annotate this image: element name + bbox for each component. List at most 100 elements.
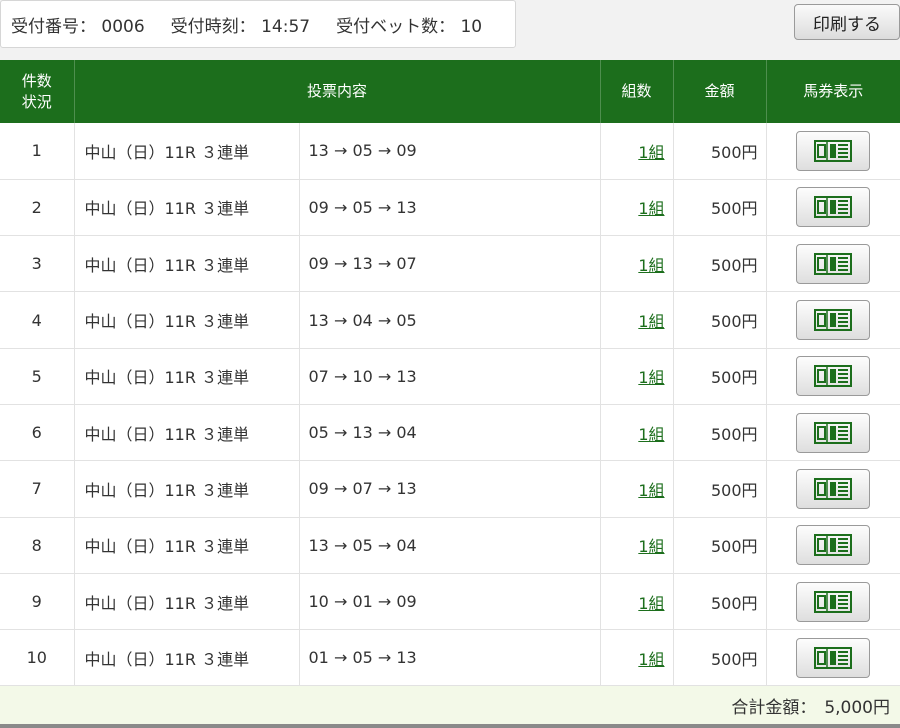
show-ticket-button[interactable] xyxy=(796,300,871,341)
table-row: 3 中山（日）11R ３連単 09 → 13 → 07 1組 500円 xyxy=(0,235,900,293)
row-ticket-cell xyxy=(766,235,900,293)
row-number: 4 xyxy=(0,291,75,349)
row-ticket-cell xyxy=(766,460,900,518)
row-amount: 500円 xyxy=(673,348,767,405)
row-race: 中山（日）11R ３連単 xyxy=(74,573,300,631)
row-amount: 500円 xyxy=(673,123,767,180)
receipt-time-label: 受付時刻： xyxy=(170,16,256,37)
receipt-time: 受付時刻： 14:57 xyxy=(171,12,310,37)
table-row: 10 中山（日）11R ３連単 01 → 05 → 13 1組 500円 xyxy=(0,629,900,687)
row-kumi-cell: 1組 xyxy=(600,517,674,574)
row-race: 中山（日）11R ３連単 xyxy=(74,291,300,349)
header-status-label: 状況 xyxy=(21,92,52,111)
bottom-scrollbar-edge xyxy=(0,724,900,728)
ticket-icon xyxy=(814,646,853,669)
kumi-link[interactable]: 1組 xyxy=(638,256,664,275)
show-ticket-button[interactable] xyxy=(796,581,871,622)
row-number: 9 xyxy=(0,573,75,631)
show-ticket-button[interactable] xyxy=(796,412,871,453)
ticket-icon xyxy=(814,309,853,332)
total-value: 5,000円 xyxy=(824,697,890,718)
kumi-link[interactable]: 1組 xyxy=(638,425,664,444)
header-ticket: 馬券表示 xyxy=(766,60,900,123)
total-label: 合計金額： xyxy=(731,697,817,718)
row-kumi-cell: 1組 xyxy=(600,291,674,349)
row-ticket-cell xyxy=(766,291,900,349)
table-row: 8 中山（日）11R ３連単 13 → 05 → 04 1組 500円 xyxy=(0,517,900,574)
kumi-link[interactable]: 1組 xyxy=(638,481,664,500)
row-race: 中山（日）11R ３連単 xyxy=(74,348,300,405)
receipt-bet-count: 受付ベット数： 10 xyxy=(336,12,482,37)
show-ticket-button[interactable] xyxy=(796,525,871,566)
header-count-status: 件数 状況 xyxy=(0,60,75,123)
table-row: 5 中山（日）11R ３連単 07 → 10 → 13 1組 500円 xyxy=(0,348,900,405)
kumi-link[interactable]: 1組 xyxy=(638,594,664,613)
row-race: 中山（日）11R ３連単 xyxy=(74,404,300,462)
row-race: 中山（日）11R ３連単 xyxy=(74,629,300,687)
kumi-link[interactable]: 1組 xyxy=(638,199,664,218)
bets-table: 件数 状況 投票内容 組数 金額 馬券表示 1 中山（日）11R ３連単 13 → … xyxy=(0,60,900,687)
row-ticket-cell xyxy=(766,404,900,462)
row-amount: 500円 xyxy=(673,460,767,518)
row-kumi-cell: 1組 xyxy=(600,460,674,518)
receipt-time-value: 14:57 xyxy=(261,16,311,37)
table-row: 1 中山（日）11R ３連単 13 → 05 → 09 1組 500円 xyxy=(0,123,900,180)
print-button[interactable]: 印刷する xyxy=(794,4,900,40)
ticket-icon xyxy=(814,139,853,162)
table-header-row: 件数 状況 投票内容 組数 金額 馬券表示 xyxy=(0,60,900,123)
show-ticket-button[interactable] xyxy=(796,356,871,397)
row-kumi-cell: 1組 xyxy=(600,235,674,293)
table-row: 4 中山（日）11R ３連単 13 → 04 → 05 1組 500円 xyxy=(0,291,900,349)
total-footer: 合計金額： 5,000円 xyxy=(0,686,900,724)
show-ticket-button[interactable] xyxy=(796,637,871,678)
row-amount: 500円 xyxy=(673,629,767,687)
ticket-icon xyxy=(814,477,853,500)
row-kumi-cell: 1組 xyxy=(600,123,674,180)
ticket-icon xyxy=(814,196,853,219)
table-row: 6 中山（日）11R ３連単 05 → 13 → 04 1組 500円 xyxy=(0,404,900,462)
header-count-label: 件数 xyxy=(21,71,52,90)
row-amount: 500円 xyxy=(673,517,767,574)
row-combination: 13 → 04 → 05 xyxy=(299,291,601,349)
row-kumi-cell: 1組 xyxy=(600,404,674,462)
show-ticket-button[interactable] xyxy=(796,468,871,509)
row-combination: 09 → 07 → 13 xyxy=(299,460,601,518)
row-ticket-cell xyxy=(766,348,900,405)
row-race: 中山（日）11R ３連単 xyxy=(74,460,300,518)
row-combination: 07 → 10 → 13 xyxy=(299,348,601,405)
ticket-icon xyxy=(814,252,853,275)
row-ticket-cell xyxy=(766,517,900,574)
header-kumi: 組数 xyxy=(600,60,674,123)
kumi-link[interactable]: 1組 xyxy=(638,143,664,162)
row-amount: 500円 xyxy=(673,573,767,631)
show-ticket-button[interactable] xyxy=(796,243,871,284)
row-combination: 13 → 05 → 04 xyxy=(299,517,601,574)
kumi-link[interactable]: 1組 xyxy=(638,537,664,556)
header-content: 投票内容 xyxy=(74,60,601,123)
kumi-link[interactable]: 1組 xyxy=(638,312,664,331)
receipt-bet-count-value: 10 xyxy=(460,16,483,37)
kumi-link[interactable]: 1組 xyxy=(638,650,664,669)
row-number: 2 xyxy=(0,179,75,237)
show-ticket-button[interactable] xyxy=(796,130,871,171)
ticket-icon xyxy=(814,421,853,444)
row-amount: 500円 xyxy=(673,404,767,462)
row-race: 中山（日）11R ３連単 xyxy=(74,179,300,237)
row-ticket-cell xyxy=(766,123,900,180)
table-row: 9 中山（日）11R ３連単 10 → 01 → 09 1組 500円 xyxy=(0,573,900,631)
ticket-icon xyxy=(814,365,853,388)
ticket-icon xyxy=(814,590,853,613)
row-combination: 05 → 13 → 04 xyxy=(299,404,601,462)
show-ticket-button[interactable] xyxy=(796,187,871,228)
row-kumi-cell: 1組 xyxy=(600,629,674,687)
row-kumi-cell: 1組 xyxy=(600,179,674,237)
receipt-number-value: 0006 xyxy=(101,16,145,37)
table-row: 2 中山（日）11R ３連単 09 → 05 → 13 1組 500円 xyxy=(0,179,900,237)
row-kumi-cell: 1組 xyxy=(600,348,674,405)
row-number: 10 xyxy=(0,629,75,687)
row-combination: 01 → 05 → 13 xyxy=(299,629,601,687)
row-ticket-cell xyxy=(766,179,900,237)
kumi-link[interactable]: 1組 xyxy=(638,368,664,387)
row-combination: 09 → 13 → 07 xyxy=(299,235,601,293)
row-kumi-cell: 1組 xyxy=(600,573,674,631)
